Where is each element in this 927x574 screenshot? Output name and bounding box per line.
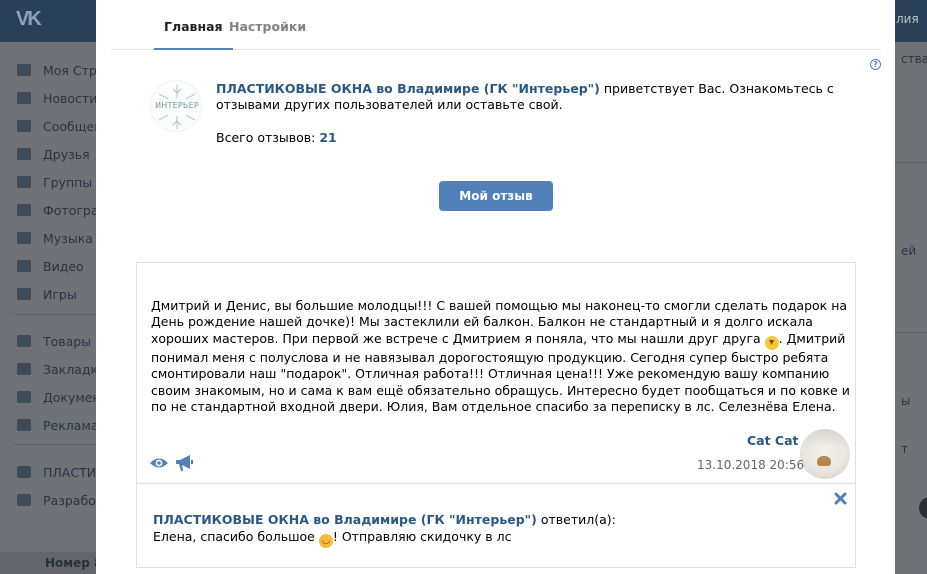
company-logo[interactable]: ИНТЕРЬЕР [150, 80, 202, 132]
right-divider [895, 162, 927, 163]
reply-company-link[interactable]: ПЛАСТИКОВЫЕ ОКНА во Владимире (ГК "Интер… [153, 512, 537, 527]
total-reviews-label: Всего отзывов: [216, 130, 320, 145]
goods-icon [17, 335, 31, 347]
sidebar-item-label: Новости [43, 90, 96, 106]
right-round-button[interactable] [919, 497, 927, 519]
right-fragment: ы [901, 394, 911, 408]
sidebar-divider [14, 444, 96, 445]
groups-icon [17, 176, 31, 188]
tab-main[interactable]: Главная [154, 19, 233, 50]
logo-text: ИНТЕРЬЕР [155, 101, 199, 110]
avatar[interactable] [800, 429, 850, 479]
megaphone-icon[interactable] [174, 454, 194, 472]
document-icon [17, 391, 31, 403]
gamepad-icon [17, 288, 31, 300]
help-icon[interactable]: ? [870, 59, 881, 70]
sidebar-item-news[interactable]: Новости [0, 87, 96, 109]
messages-icon [17, 120, 31, 132]
home-icon [17, 64, 31, 76]
camera-icon [17, 204, 31, 216]
reply-header: ПЛАСТИКОВЫЕ ОКНА во Владимире (ГК "Интер… [153, 512, 616, 528]
sidebar-item-friends[interactable]: Друзья [0, 143, 96, 165]
avatar-shade [800, 429, 850, 449]
review-date: 13.10.2018 20:56 [697, 458, 805, 472]
sidebar-bottom-block[interactable]: Номер 8 [0, 552, 102, 574]
eye-icon[interactable] [149, 456, 169, 470]
sidebar-item-community[interactable]: ПЛАСТИ [0, 461, 96, 483]
sidebar-item-label: Моя Стра [43, 62, 96, 78]
reply-text-part2: ! Отправляю скидочку в лс [332, 529, 512, 544]
sidebar-item-label: Закладк [43, 361, 96, 377]
sidebar-item-label: Товары [43, 333, 92, 349]
sidebar-item-developers[interactable]: Разрабо [0, 489, 96, 511]
sidebar-item-label: Игры [43, 286, 77, 302]
sidebar-item-my-page[interactable]: Моя Стра [0, 59, 96, 81]
sidebar-item-photos[interactable]: Фотогра [0, 199, 96, 221]
video-icon [17, 260, 31, 272]
right-fragment: т [901, 442, 908, 456]
music-icon [17, 232, 31, 244]
sidebar-item-label: Докумен [43, 389, 96, 405]
sidebar-item-label: Видео [43, 258, 84, 274]
greeting-text: ПЛАСТИКОВЫЕ ОКНА во Владимире (ГК "Интер… [216, 81, 836, 113]
bookmark-icon [17, 363, 31, 375]
sidebar-bottom-label: Номер 8 [45, 556, 103, 570]
right-column: ства ей ы т [895, 42, 927, 574]
review-text: Дмитрий и Денис, вы большие молодцы!!! С… [151, 298, 851, 415]
community-icon [17, 466, 31, 478]
sidebar-item-games[interactable]: Игры [0, 283, 96, 305]
blushing-emoji-icon: ◡ [318, 534, 333, 548]
reply-text: Елена, спасибо большое ◡! Отправляю скид… [153, 529, 511, 548]
reply-answered-label: ответил(а): [536, 512, 616, 527]
sidebar-item-music[interactable]: Музыка [0, 227, 96, 249]
right-divider [895, 332, 927, 333]
close-icon[interactable] [834, 492, 847, 505]
review-card: Дмитрий и Денис, вы большие молодцы!!! С… [136, 262, 856, 484]
ads-icon [17, 419, 31, 431]
reviews-modal: Главная Настройки ? ИНТЕРЬЕР ПЛАСТИКОВЫЕ… [96, 0, 895, 574]
reply-text-part1: Елена, спасибо большое [153, 529, 319, 544]
sidebar-item-documents[interactable]: Докумен [0, 386, 96, 408]
total-reviews-count: 21 [319, 130, 337, 145]
sidebar-item-label: Друзья [43, 146, 90, 162]
left-sidebar: Моя Стра Новости Сообщен Друзья Группы Ф… [0, 42, 96, 574]
sidebar-item-video[interactable]: Видео [0, 255, 96, 277]
sidebar-item-ads[interactable]: Реклама [0, 414, 96, 436]
tab-settings[interactable]: Настройки [229, 19, 306, 34]
developers-icon [17, 494, 31, 506]
right-fragment: ства [901, 52, 927, 66]
header-user-name-fragment[interactable]: лия [896, 12, 919, 26]
my-review-button[interactable]: Мой отзыв [439, 181, 553, 211]
sidebar-item-label: Музыка [43, 230, 93, 246]
review-author-name[interactable]: Cat Cat [747, 433, 799, 448]
sidebar-item-label: ПЛАСТИ [43, 464, 96, 480]
sidebar-item-goods[interactable]: Товары [0, 330, 96, 352]
sidebar-item-label: Разрабо [43, 492, 96, 508]
friend-icon [17, 148, 31, 160]
vk-logo[interactable]: VK [16, 8, 50, 30]
cat-avatar-icon [817, 456, 831, 466]
sidebar-item-groups[interactable]: Группы [0, 171, 96, 193]
sidebar-item-label: Фотогра [43, 202, 96, 218]
news-icon [17, 92, 31, 104]
modal-tabs: Главная Настройки [111, 0, 881, 50]
sidebar-divider [14, 314, 96, 315]
sidebar-item-bookmarks[interactable]: Закладк [0, 358, 96, 380]
reply-card: ПЛАСТИКОВЫЕ ОКНА во Владимире (ГК "Интер… [136, 484, 856, 568]
sidebar-item-messages[interactable]: Сообщен [0, 115, 96, 137]
right-fragment: ей [901, 244, 917, 258]
review-text-part1: Дмитрий и Денис, вы большие молодцы!!! С… [151, 298, 848, 346]
company-link[interactable]: ПЛАСТИКОВЫЕ ОКНА во Владимире (ГК "Интер… [216, 81, 600, 96]
laughing-emoji-icon: ▾ [764, 335, 779, 350]
total-reviews: Всего отзывов: 21 [216, 130, 337, 145]
sidebar-item-label: Группы [43, 174, 93, 190]
sidebar-item-label: Реклама [43, 417, 96, 433]
sidebar-item-label: Сообщен [43, 118, 96, 134]
